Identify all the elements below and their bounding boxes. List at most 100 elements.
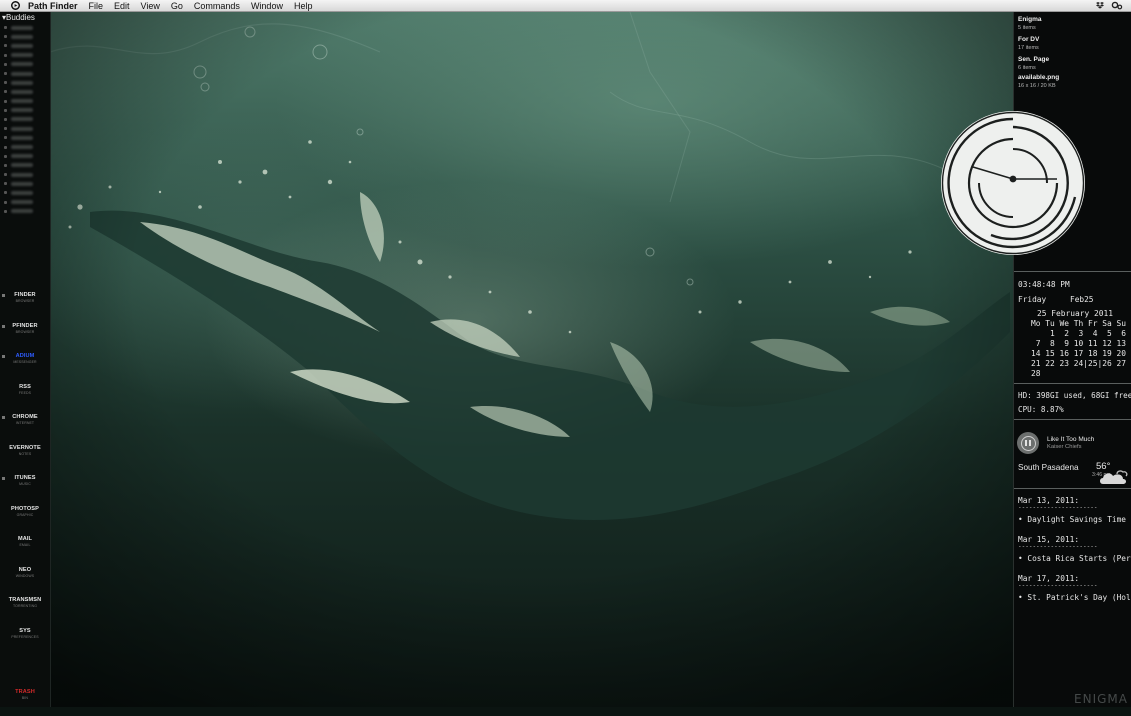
buddy-item[interactable] (0, 106, 50, 115)
dock-item-label: MAIL (0, 533, 50, 542)
event-divider: ---------------------- (1018, 543, 1097, 550)
dock-item-sublabel: BROWSER (0, 330, 50, 334)
divider (1014, 271, 1131, 272)
calendar-header: 25 February 2011 (1031, 309, 1126, 319)
buddy-status-icon (4, 35, 7, 38)
buddy-status-icon (4, 44, 7, 47)
event-title: • Daylight Savings Time Begin (1018, 515, 1131, 524)
buddy-item[interactable] (0, 60, 50, 69)
buddy-name-blurred (11, 173, 33, 177)
buddy-item[interactable] (0, 87, 50, 96)
buddy-item[interactable] (0, 188, 50, 197)
menu-edit[interactable]: Edit (114, 1, 130, 11)
clock-dial-icon (939, 109, 1087, 257)
dock-item-sublabel: TORRENTING (0, 604, 50, 608)
dock-item-rss[interactable]: RSSFEEDS (0, 381, 50, 412)
dock-item-evernote[interactable]: EVERNOTENOTES (0, 442, 50, 473)
buddy-name-blurred (11, 90, 33, 94)
buddy-item[interactable] (0, 179, 50, 188)
itunes-pause-button[interactable] (1017, 432, 1039, 454)
buddy-status-icon (4, 173, 7, 176)
dock-item-trash[interactable]: TRASHBIN (0, 686, 50, 716)
dock-item-neo[interactable]: NEOWINDOWS (0, 564, 50, 595)
buddy-name-blurred (11, 72, 33, 76)
buddy-status-icon (4, 109, 7, 112)
buddy-item[interactable] (0, 198, 50, 207)
calendar-week-row: 21 22 23 24|25|26 27 (1031, 359, 1126, 369)
menu-file[interactable]: File (89, 1, 104, 11)
buddy-item[interactable] (0, 133, 50, 142)
dock-item-label: EVERNOTE (0, 442, 50, 451)
gear-icon[interactable] (1111, 1, 1123, 12)
apple-menu-icon[interactable] (10, 1, 20, 11)
buddy-name-blurred (11, 145, 33, 149)
left-sidebar: ▾Buddies FINDERBROWSERPFINDERBROWSERADIU… (0, 12, 51, 707)
desktop-item-meta: 6 items (1018, 65, 1036, 71)
buddy-name-blurred (11, 154, 33, 158)
desktop-item-name[interactable]: Enigma (1018, 16, 1041, 23)
desktop-item-meta: 16 x 16 / 20 KB (1018, 83, 1056, 89)
buddy-item[interactable] (0, 161, 50, 170)
dock-item-finder[interactable]: FINDERBROWSER (0, 289, 50, 320)
buddy-name-blurred (11, 163, 33, 167)
menu-view[interactable]: View (141, 1, 160, 11)
buddy-item[interactable] (0, 115, 50, 124)
buddy-item[interactable] (0, 69, 50, 78)
menu-help[interactable]: Help (294, 1, 313, 11)
buddy-item[interactable] (0, 142, 50, 151)
menu-bar: Path Finder File Edit View Go Commands W… (0, 0, 1131, 12)
buddy-item[interactable] (0, 78, 50, 87)
desktop-item-name[interactable]: Sen. Page (1018, 56, 1049, 63)
calendar-week-row: 28 (1031, 369, 1126, 379)
buddy-item[interactable] (0, 152, 50, 161)
dock-item-adium[interactable]: ADIUMMESSENGER (0, 350, 50, 381)
dock-item-pfinder[interactable]: PFINDERBROWSER (0, 320, 50, 351)
dock-item-transmsn[interactable]: TRANSMSNTORRENTING (0, 594, 50, 625)
running-indicator-icon (2, 355, 5, 358)
buddy-name-blurred (11, 182, 33, 186)
buddy-item[interactable] (0, 51, 50, 60)
desktop-item-meta: 5 items (1018, 25, 1036, 31)
menu-window[interactable]: Window (251, 1, 283, 11)
menu-commands[interactable]: Commands (194, 1, 240, 11)
buddy-list (0, 23, 50, 216)
buddy-name-blurred (11, 200, 33, 204)
dock-item-chrome[interactable]: CHROMEINTERNET (0, 411, 50, 442)
dock-item-spacer (0, 655, 50, 686)
dock-item-mail[interactable]: MAILEMAIL (0, 533, 50, 564)
buddy-name-blurred (11, 99, 33, 103)
dock-item-photosp[interactable]: PHOTOSPGRAPHIC (0, 503, 50, 534)
pause-icon (1021, 436, 1036, 451)
buddy-status-icon (4, 118, 7, 121)
dropbox-icon[interactable] (1095, 1, 1105, 12)
buddy-status-icon (4, 191, 7, 194)
event-title: • St. Patrick's Day (Holidays) (1018, 593, 1131, 602)
dock-item-sublabel: INTERNET (0, 421, 50, 425)
buddy-item[interactable] (0, 97, 50, 106)
calendar-week-row: 7 8 9 10 11 12 13 (1031, 339, 1126, 349)
buddy-status-icon (4, 127, 7, 130)
buddy-status-icon (4, 182, 7, 185)
buddy-status-icon (4, 210, 7, 213)
buddy-item[interactable] (0, 170, 50, 179)
menu-go[interactable]: Go (171, 1, 183, 11)
buddy-name-blurred (11, 26, 33, 30)
buddy-item[interactable] (0, 41, 50, 50)
dock-item-sublabel: NOTES (0, 452, 50, 456)
buddy-item[interactable] (0, 23, 50, 32)
buddy-item[interactable] (0, 207, 50, 216)
dock-item-sys[interactable]: SYSPREFERENCES (0, 625, 50, 656)
buddy-item[interactable] (0, 32, 50, 41)
buddies-header[interactable]: ▾Buddies (0, 12, 50, 23)
disk-usage: HD: 398GI used, 68GI free (1018, 391, 1131, 400)
buddy-name-blurred (11, 81, 33, 85)
desktop-item-name[interactable]: For DV (1018, 36, 1039, 43)
dock-item-label: RSS (0, 381, 50, 390)
calendar-week-row: 14 15 16 17 18 19 20 (1031, 349, 1126, 359)
buddy-item[interactable] (0, 124, 50, 133)
desktop-item-name[interactable]: available.png (1018, 74, 1059, 81)
dock-item-itunes[interactable]: ITUNESMUSIC (0, 472, 50, 503)
menu-app-name[interactable]: Path Finder (28, 1, 78, 11)
dock-item-label: TRASH (0, 686, 50, 695)
dock-item-sublabel: EMAIL (0, 543, 50, 547)
